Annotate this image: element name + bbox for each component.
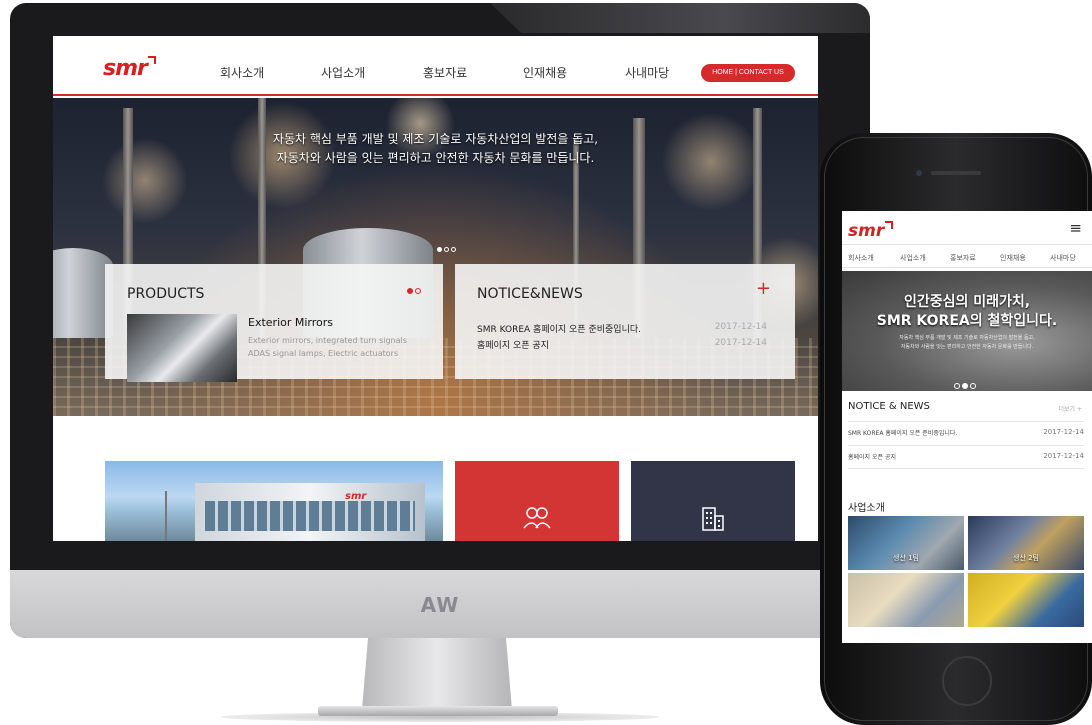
pager-dot[interactable]	[437, 247, 442, 252]
mobile-nav-pr[interactable]: 홍보자료	[950, 253, 976, 263]
mobile-more-link[interactable]: 더보기 +	[1059, 404, 1083, 413]
mobile-logo-text: smr	[848, 221, 885, 241]
mobile-business-title: 사업소개	[848, 503, 885, 514]
building-icon	[701, 506, 725, 537]
mobile-screen: smr ≡ 회사소개 사업소개 홍보자료 인재채용 사내마당 인간중심의 미래가…	[842, 211, 1092, 643]
menu-icon[interactable]: ≡	[1069, 219, 1082, 237]
pager-dot[interactable]	[962, 383, 968, 389]
business-card[interactable]	[968, 573, 1084, 627]
tank-image	[53, 248, 113, 338]
mobile-nav-recruit[interactable]: 인재채용	[1000, 253, 1026, 263]
mobile-hero-line1: 인간중심의 미래가치,	[903, 294, 1031, 310]
monitor-brand: AW	[420, 593, 460, 617]
business-card[interactable]: 생산 2팀	[968, 516, 1084, 570]
monitor-stand-base	[318, 706, 558, 716]
news-date: 2017-12-14	[714, 322, 767, 332]
products-pager	[405, 279, 421, 298]
company-photo-tile[interactable]: smr	[105, 461, 443, 541]
camera-icon	[916, 170, 922, 176]
mobile-logo[interactable]: smr	[848, 221, 894, 241]
plus-icon[interactable]: +	[756, 280, 771, 298]
hero-text-line1: 자동차 핵심 부품 개발 및 제조 기술로 자동차산업의 발전을 돕고,	[272, 132, 599, 146]
news-item[interactable]: SMR KOREA 홈페이지 오픈 준비중입니다. 2017-12-14	[477, 322, 767, 335]
mobile-nav-company[interactable]: 회사소개	[848, 253, 874, 263]
mobile-hero-line2: SMR KOREA의 철학입니다.	[876, 313, 1058, 329]
product-desc-line: ADAS signal lamps, Electric actuators	[248, 349, 399, 358]
mobile-nav-business[interactable]: 사업소개	[900, 253, 926, 263]
news-item[interactable]: 홈페이지 오픈 공지 2017-12-14	[477, 338, 767, 351]
news-title: SMR KOREA 홈페이지 오픈 준비중입니다.	[477, 325, 641, 335]
people-icon	[522, 506, 552, 535]
news-date: 2017-12-14	[714, 338, 767, 348]
pager-dot[interactable]	[415, 288, 421, 294]
products-title: PRODUCTS	[127, 286, 205, 302]
mobile-news-item[interactable]: SMR KOREA 홈페이지 오픈 준비중입니다. 2017-12-14	[848, 421, 1084, 437]
lamp-pole-image	[165, 491, 167, 541]
site-logo[interactable]: smr	[103, 56, 156, 81]
hero-text-line2: 자동차와 사람을 잇는 편리하고 안전한 자동차 문화를 만듭니다.	[276, 151, 595, 165]
building-windows-image	[205, 501, 415, 531]
nav-item-business[interactable]: 사업소개	[321, 64, 365, 81]
site-logo-text: smr	[103, 56, 148, 81]
news-date: 2017-12-14	[1043, 428, 1084, 436]
notice-panel: NOTICE&NEWS + SMR KOREA 홈페이지 오픈 준비중입니다. …	[455, 264, 795, 379]
mobile-phone: smr ≡ 회사소개 사업소개 홍보자료 인재채용 사내마당 인간중심의 미래가…	[820, 133, 1092, 725]
product-description: Exterior mirrors, integrated turn signal…	[248, 334, 423, 360]
nav-item-pr[interactable]: 홍보자료	[423, 64, 467, 81]
product-name[interactable]: Exterior Mirrors	[248, 316, 333, 329]
mobile-news-item[interactable]: 홈페이지 오픈 공지 2017-12-14	[848, 445, 1084, 469]
pager-dot[interactable]	[970, 383, 976, 389]
mobile-nav: 회사소개 사업소개 홍보자료 인재채용 사내마당	[842, 244, 1092, 268]
pager-dot[interactable]	[444, 247, 449, 252]
home-button[interactable]	[942, 656, 992, 706]
notice-title: NOTICE&NEWS	[477, 286, 583, 302]
mobile-hero: 인간중심의 미래가치, SMR KOREA의 철학입니다. 자동차 핵심 부품 …	[842, 271, 1092, 391]
news-date: 2017-12-14	[1043, 452, 1084, 460]
news-title: 홈페이지 오픈 공지	[477, 341, 549, 351]
mobile-hero-sub1: 자동차 핵심 부품 개발 및 제조 기술로 자동차산업의 발전을 돕고,	[899, 335, 1035, 341]
mobile-notice-title: NOTICE & NEWS	[848, 401, 930, 412]
logo-arrow-icon	[147, 56, 156, 64]
news-title: 홈페이지 오픈 공지	[848, 454, 896, 461]
business-card[interactable]: 생산 1팀	[848, 516, 964, 570]
monitor-glare	[490, 3, 870, 33]
product-desc-line: Exterior mirrors, integrated turn signal…	[248, 336, 407, 345]
products-panel: PRODUCTS Exterior Mirrors Exterior mirro…	[105, 264, 443, 382]
mobile-hero-sub2: 자동차와 사람을 잇는 편리하고 안전한 자동차 문화를 만듭니다.	[900, 344, 1034, 350]
mobile-hero-pager	[954, 374, 978, 393]
building-logo: smr	[345, 491, 367, 502]
pager-dot[interactable]	[954, 383, 960, 389]
site-header: smr 회사소개 사업소개 홍보자료 인재채용 사내마당 HOME | CONT…	[53, 36, 818, 96]
product-thumbnail[interactable]	[127, 314, 237, 382]
company-info-tile[interactable]	[631, 461, 795, 541]
desktop-screen: smr 회사소개 사업소개 홍보자료 인재채용 사내마당 HOME | CONT…	[53, 36, 818, 541]
recruit-tile[interactable]	[455, 461, 619, 541]
pager-dot[interactable]	[407, 288, 413, 294]
hero-banner: 자동차 핵심 부품 개발 및 제조 기술로 자동차산업의 발전을 돕고, 자동차…	[53, 98, 818, 416]
business-card-label: 생산 2팀	[1013, 554, 1039, 562]
speaker-grille	[931, 171, 981, 175]
contact-button[interactable]: HOME | CONTACT US	[701, 64, 795, 82]
nav-item-community[interactable]: 사내마당	[625, 64, 669, 81]
business-card-label: 생산 1팀	[893, 554, 919, 562]
hero-pager	[437, 237, 458, 256]
business-card[interactable]	[848, 573, 964, 627]
mobile-nav-community[interactable]: 사내마당	[1050, 253, 1076, 263]
nav-item-recruit[interactable]: 인재채용	[523, 64, 567, 81]
nav-item-company[interactable]: 회사소개	[220, 64, 264, 81]
desktop-monitor: smr 회사소개 사업소개 홍보자료 인재채용 사내마당 HOME | CONT…	[10, 3, 870, 638]
pager-dot[interactable]	[451, 247, 456, 252]
logo-arrow-icon	[885, 221, 894, 229]
monitor-stand	[362, 638, 512, 710]
news-title: SMR KOREA 홈페이지 오픈 준비중입니다.	[848, 430, 958, 437]
